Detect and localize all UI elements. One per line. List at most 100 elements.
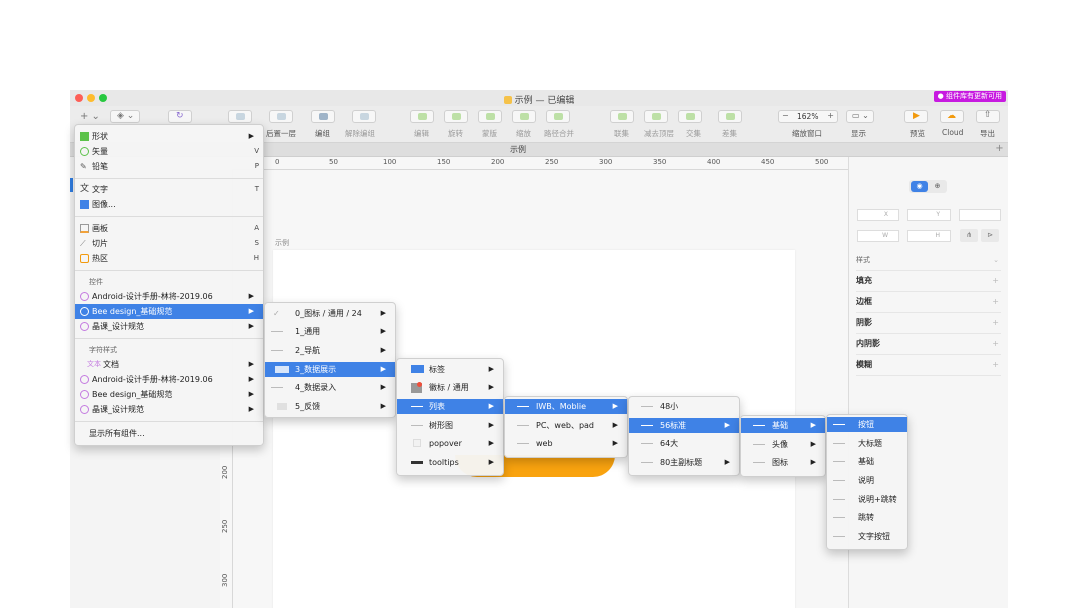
union-button[interactable] — [610, 110, 634, 123]
bring-forward-button[interactable] — [228, 110, 252, 123]
y-field[interactable]: Y — [907, 209, 951, 221]
zoom-control[interactable]: − 162% + — [778, 110, 838, 123]
submenu-item[interactable]: tooltips ▶ — [397, 455, 503, 470]
border-row[interactable]: 边框 + — [856, 292, 1001, 313]
ruler-horizontal[interactable]: 0 50 100 150 200 250 300 350 400 450 500 — [220, 157, 848, 170]
ruler-tick-label: 300 — [221, 573, 229, 587]
submenu-item[interactable]: 列表 ▶ — [397, 399, 503, 414]
submenu-item[interactable]: 2_导航 ▶ — [265, 343, 395, 358]
send-backward-button[interactable] — [269, 110, 293, 123]
edit-button[interactable] — [410, 110, 434, 123]
menu-item-symbol-lib[interactable]: Android-设计手册-林将-2019.06 ▶ — [75, 289, 263, 304]
group-icon — [319, 113, 328, 120]
symbol-item[interactable]: 大标题 — [827, 436, 907, 451]
constraint-icon[interactable]: ◉ — [911, 181, 928, 192]
menu-item-text-style-lib[interactable]: Bee design_基础规范 ▶ — [75, 387, 263, 402]
resize-icon[interactable]: ⊕ — [930, 181, 945, 192]
flip-icon[interactable]: ⊳ — [981, 229, 999, 242]
library-update-badge[interactable]: ● 组件库有更新可用 — [933, 91, 1006, 102]
menu-item-show-all-components[interactable]: 显示所有组件... — [75, 426, 263, 441]
inner-shadow-row[interactable]: 内阴影 + — [856, 334, 1001, 355]
menu-item-text-style-lib[interactable]: 文本 文档 ▶ — [75, 357, 263, 372]
preview-button[interactable]: ▶ — [904, 110, 928, 123]
menu-item-artboard[interactable]: 画板 A — [75, 221, 263, 236]
submenu-item[interactable]: ✓ 0_图标 / 通用 / 24 ▶ — [265, 306, 395, 321]
zoom-out-icon[interactable]: − — [782, 111, 789, 120]
menu-item-symbol-lib[interactable]: 晶课_设计规范 ▶ — [75, 319, 263, 334]
display-dropdown[interactable]: ▭ ⌄ — [846, 110, 874, 123]
menu-item-vector[interactable]: 矢量 V — [75, 144, 263, 159]
menu-item-symbol-lib[interactable]: Bee design_基础规范 ▶ — [75, 304, 263, 319]
submenu-item[interactable]: 80主副标题 ▶ — [629, 455, 739, 470]
submenu-item[interactable]: 1_通用 ▶ — [265, 324, 395, 339]
symbol-item[interactable]: 文字按钮 — [827, 529, 907, 544]
export-button[interactable]: ⇧ — [976, 110, 1000, 123]
menu-item-slice[interactable]: ⟋ 切片 S — [75, 236, 263, 251]
create-symbol-button[interactable]: ↻ — [168, 110, 192, 123]
scale-button[interactable] — [512, 110, 536, 123]
submenu-item[interactable]: 头像 ▶ — [741, 437, 825, 452]
add-tab-icon[interactable]: + — [993, 143, 1006, 156]
add-border-icon[interactable]: + — [992, 292, 999, 312]
mask-button[interactable] — [478, 110, 502, 123]
submenu-item[interactable]: PC、web、pad ▶ — [505, 418, 627, 433]
add-inner-shadow-icon[interactable]: + — [992, 334, 999, 354]
submenu-item[interactable]: IWB、Moblie ▶ — [505, 399, 627, 414]
artboard-label[interactable]: 示例 — [275, 238, 289, 248]
style-section[interactable]: 样式 ⌄ — [856, 250, 1001, 271]
submenu-item[interactable]: 标签 ▶ — [397, 362, 503, 377]
align-toggle[interactable]: ◉ ⊕ — [909, 180, 947, 193]
submenu-item[interactable]: web ▶ — [505, 436, 627, 451]
submenu-item[interactable]: 基础 ▶ — [741, 418, 825, 433]
submenu-item[interactable]: 48小 — [629, 399, 739, 414]
submenu-item[interactable]: 56标准 ▶ — [629, 418, 739, 433]
submenu-item[interactable]: 图标 ▶ — [741, 455, 825, 470]
chevron-down-icon[interactable]: ⌄ — [993, 250, 999, 270]
symbol-item[interactable]: 说明+跳转 — [827, 492, 907, 507]
path-combine-button[interactable] — [546, 110, 570, 123]
ungroup-button[interactable] — [352, 110, 376, 123]
height-field[interactable]: H — [907, 230, 951, 242]
layers-dropdown[interactable]: ◈ ⌄ — [110, 110, 140, 123]
menu-item-hotspot[interactable]: 热区 H — [75, 251, 263, 266]
blur-row[interactable]: 模糊 + — [856, 355, 1001, 376]
menu-item-image[interactable]: 图像... — [75, 197, 263, 212]
rotation-field[interactable] — [959, 209, 1001, 221]
symbol-item[interactable]: 跳转 — [827, 510, 907, 525]
shadow-row[interactable]: 阴影 + — [856, 313, 1001, 334]
subtract-button[interactable] — [644, 110, 668, 123]
lock-ratio-icon[interactable]: ⋔ — [960, 229, 978, 242]
insert-button[interactable]: + ⌄ — [76, 110, 104, 123]
symbol-item[interactable]: 说明 — [827, 473, 907, 488]
width-field[interactable]: W — [857, 230, 899, 242]
group-button[interactable] — [311, 110, 335, 123]
edit-icon — [418, 113, 427, 120]
rotate-button[interactable] — [444, 110, 468, 123]
symbol-item[interactable]: 基础 — [827, 454, 907, 469]
submenu-item[interactable]: 徽标 / 通用 ▶ — [397, 380, 503, 395]
zoom-in-icon[interactable]: + — [827, 111, 834, 120]
menu-item-pencil[interactable]: ✎ 铅笔 P — [75, 159, 263, 174]
submenu-item[interactable]: 树形图 ▶ — [397, 418, 503, 433]
submenu-item[interactable]: 64大 — [629, 436, 739, 451]
difference-button[interactable] — [718, 110, 742, 123]
add-shadow-icon[interactable]: + — [992, 313, 999, 333]
intersect-button[interactable] — [678, 110, 702, 123]
line-icon — [271, 331, 283, 332]
menu-item-text-style-lib[interactable]: 晶课_设计规范 ▶ — [75, 402, 263, 417]
menu-item-text[interactable]: 文文字 T — [75, 182, 263, 197]
submenu-item[interactable]: 4_数据录入 ▶ — [265, 380, 395, 395]
line-icon — [833, 499, 845, 500]
submenu-item[interactable]: popover ▶ — [397, 436, 503, 451]
tab-document[interactable]: 示例 — [510, 144, 526, 155]
add-blur-icon[interactable]: + — [992, 355, 999, 375]
symbol-item-button[interactable]: 按钮 — [827, 417, 907, 432]
submenu-item[interactable]: 5_反馈 ▶ — [265, 399, 395, 414]
x-field[interactable]: X — [857, 209, 899, 221]
menu-item-text-style-lib[interactable]: Android-设计手册-林将-2019.06 ▶ — [75, 372, 263, 387]
menu-item-shape[interactable]: 形状 ▶ — [75, 129, 263, 144]
submenu-item[interactable]: 3_数据展示 ▶ — [265, 362, 395, 377]
fill-row[interactable]: 填充 + — [856, 271, 1001, 292]
cloud-button[interactable]: ☁ — [940, 110, 964, 123]
add-fill-icon[interactable]: + — [992, 271, 999, 291]
